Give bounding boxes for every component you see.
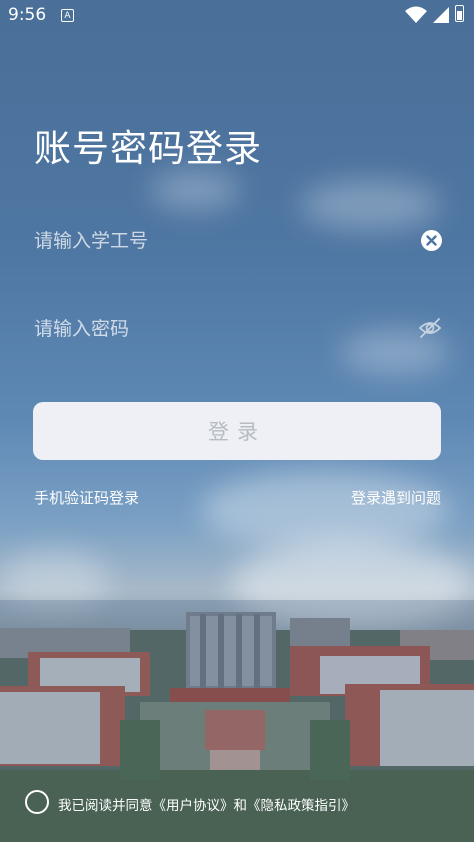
password-field	[34, 309, 442, 349]
login-screen: 9:56 A 账号密码登录 登录 手机验证码登录 登录遇	[0, 0, 474, 842]
agreement-and: 和	[233, 798, 248, 814]
status-bar: 9:56 A	[0, 0, 474, 32]
student-id-field	[34, 221, 442, 261]
login-problem-link[interactable]: 登录遇到问题	[351, 487, 441, 508]
page-title: 账号密码登录	[34, 127, 262, 170]
sms-login-link[interactable]: 手机验证码登录	[34, 487, 139, 508]
notification-a-icon: A	[61, 9, 74, 22]
clear-input-icon[interactable]	[421, 230, 442, 251]
battery-icon	[455, 5, 464, 22]
agreement-text: 我已阅读并同意《用户协议》和《隐私政策指引》	[58, 794, 355, 814]
agreement-prefix: 我已阅读并同意	[58, 798, 153, 814]
password-input[interactable]	[34, 309, 404, 349]
eye-hidden-icon[interactable]	[418, 317, 442, 339]
agreement-radio[interactable]	[25, 790, 49, 814]
login-button[interactable]: 登录	[33, 402, 441, 460]
user-agreement-link[interactable]: 《用户协议》	[153, 798, 234, 814]
signal-icon	[433, 7, 449, 23]
privacy-policy-link[interactable]: 《隐私政策指引》	[247, 798, 355, 814]
wifi-icon	[405, 6, 427, 23]
cloud	[150, 170, 240, 210]
status-time: 9:56	[8, 5, 47, 25]
student-id-input[interactable]	[34, 221, 404, 261]
cloud	[200, 470, 450, 550]
